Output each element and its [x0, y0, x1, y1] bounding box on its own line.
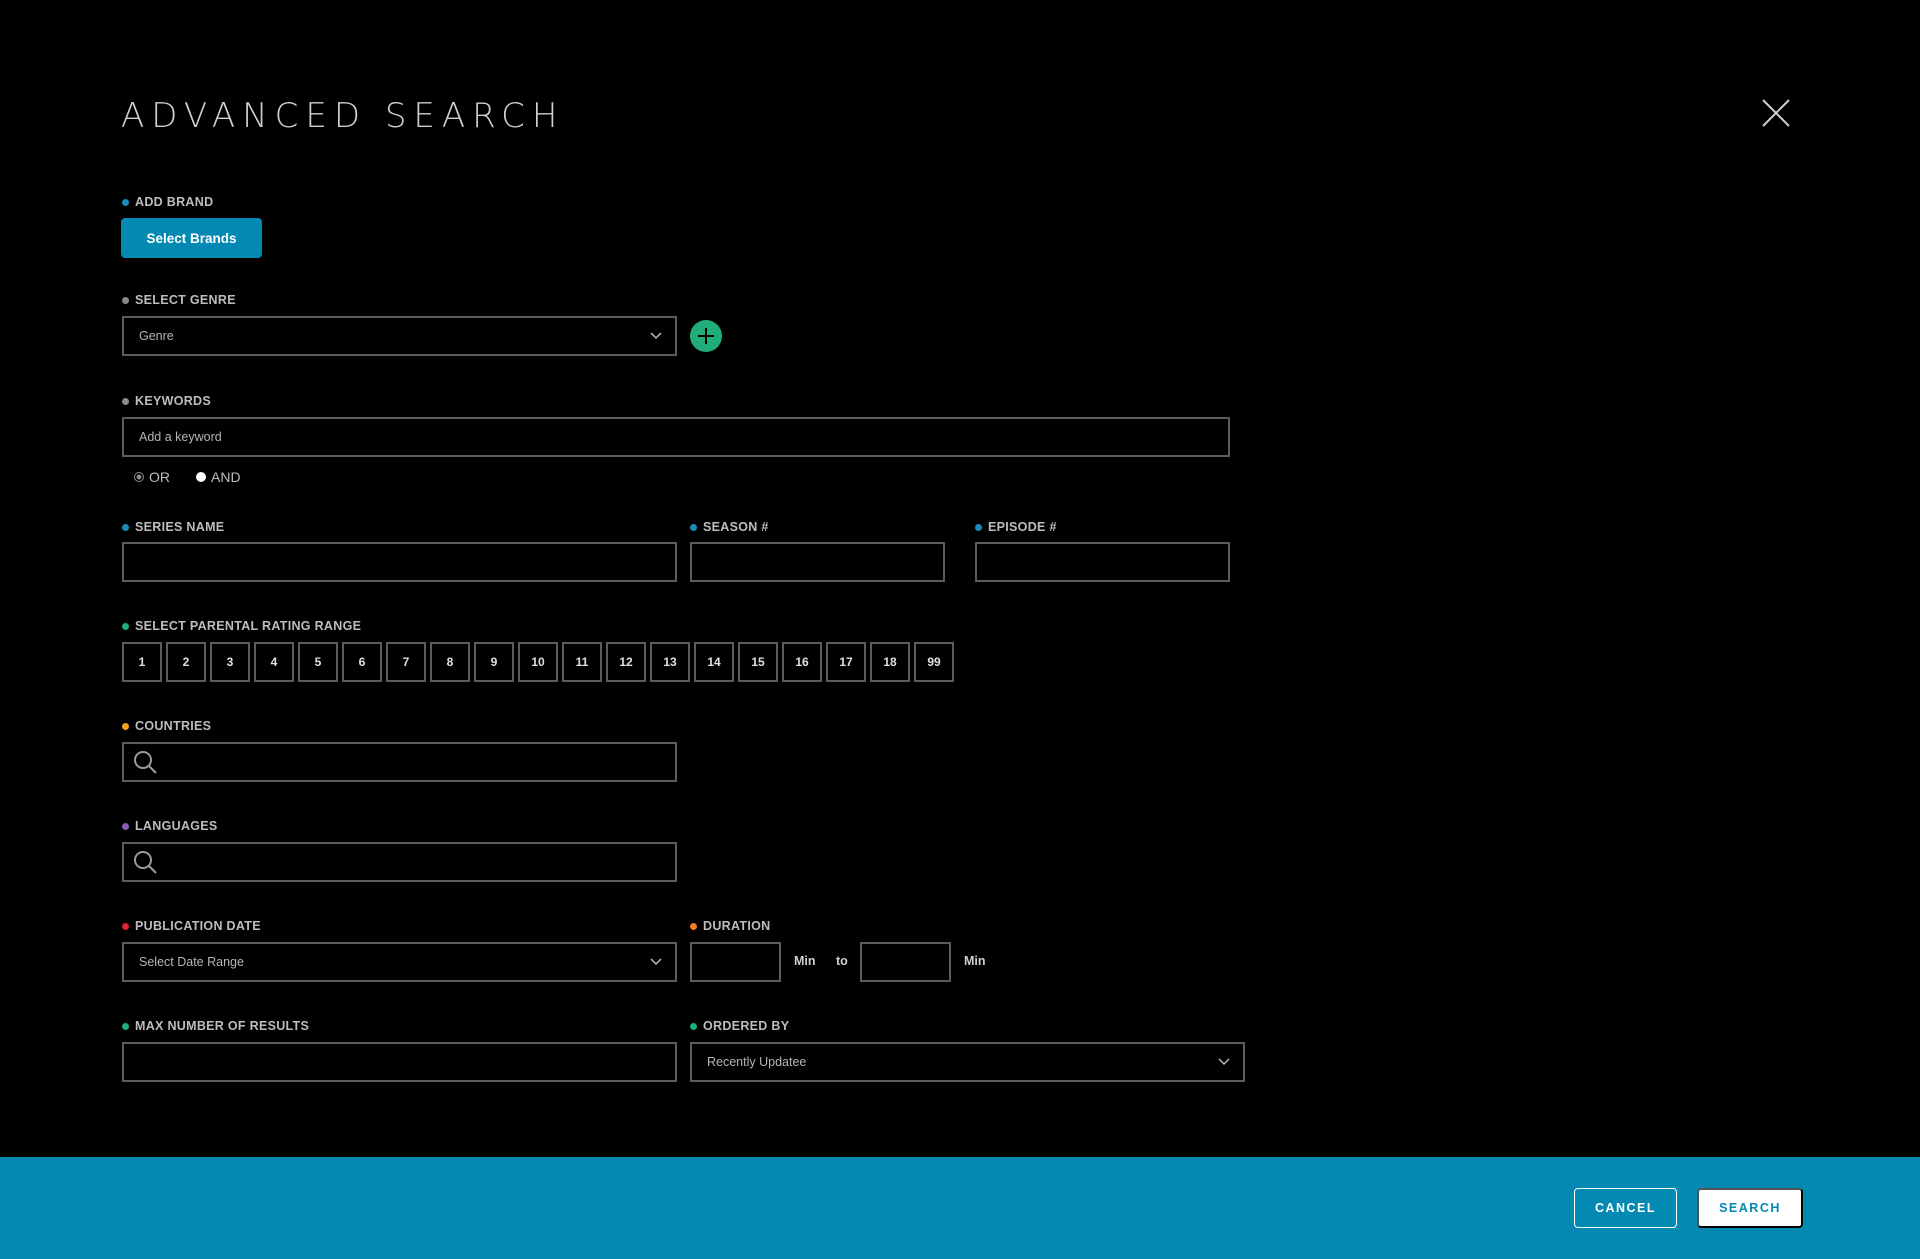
select-genre-label: SELECT GENRE — [122, 293, 236, 307]
rating-option[interactable]: 5 — [298, 642, 338, 682]
search-icon — [134, 751, 157, 774]
keyword-logic-radio-group: OR AND — [134, 469, 267, 485]
rating-option[interactable]: 4 — [254, 642, 294, 682]
ordered-by-label: ORDERED BY — [690, 1019, 789, 1033]
rating-option[interactable]: 14 — [694, 642, 734, 682]
rating-option[interactable]: 2 — [166, 642, 206, 682]
genre-placeholder: Genre — [139, 329, 174, 343]
languages-label: LANGUAGES — [122, 819, 218, 833]
close-icon[interactable] — [1760, 97, 1792, 129]
search-icon — [134, 851, 157, 874]
season-label: SEASON # — [690, 520, 769, 534]
rating-option[interactable]: 10 — [518, 642, 558, 682]
status-dot — [690, 523, 697, 531]
genre-dropdown[interactable]: Genre — [122, 316, 677, 356]
date-range-placeholder: Select Date Range — [139, 955, 244, 969]
parental-rating-range: 1 2 3 4 5 6 7 8 9 10 11 12 13 14 15 16 1… — [122, 642, 958, 682]
status-dot — [690, 1022, 697, 1030]
status-dot — [122, 198, 129, 206]
select-brands-button[interactable]: Select Brands — [121, 218, 262, 258]
chevron-down-icon — [650, 958, 662, 966]
close-button[interactable] — [1760, 97, 1792, 129]
rating-option[interactable]: 16 — [782, 642, 822, 682]
rating-option[interactable]: 3 — [210, 642, 250, 682]
duration-label: DURATION — [690, 919, 770, 933]
episode-label: EPISODE # — [975, 520, 1057, 534]
rating-option[interactable]: 12 — [606, 642, 646, 682]
search-button[interactable]: SEARCH — [1697, 1188, 1803, 1228]
plus-icon — [698, 328, 714, 344]
publication-date-dropdown[interactable]: Select Date Range — [122, 942, 677, 982]
status-dot — [975, 523, 982, 531]
series-name-label: SERIES NAME — [122, 520, 224, 534]
rating-option[interactable]: 1 — [122, 642, 162, 682]
duration-min-input[interactable] — [690, 942, 781, 982]
status-dot — [122, 1022, 129, 1030]
rating-option[interactable]: 17 — [826, 642, 866, 682]
max-results-input[interactable] — [122, 1042, 677, 1082]
parental-rating-label: SELECT PARENTAL RATING RANGE — [122, 619, 361, 633]
ordered-by-value: Recently Updatee — [707, 1055, 807, 1069]
radio-or[interactable]: OR — [134, 469, 170, 485]
rating-option[interactable]: 9 — [474, 642, 514, 682]
status-dot — [122, 397, 129, 405]
duration-max-input[interactable] — [860, 942, 951, 982]
cancel-button[interactable]: CANCEL — [1574, 1188, 1677, 1228]
rating-option[interactable]: 7 — [386, 642, 426, 682]
season-input[interactable] — [690, 542, 945, 582]
status-dot — [122, 296, 129, 304]
publication-date-label: PUBLICATION DATE — [122, 919, 261, 933]
rating-option[interactable]: 11 — [562, 642, 602, 682]
countries-label: COUNTRIES — [122, 719, 211, 733]
duration-min-unit: Min — [794, 954, 816, 968]
rating-option[interactable]: 13 — [650, 642, 690, 682]
rating-option[interactable]: 18 — [870, 642, 910, 682]
duration-to-label: to — [836, 954, 848, 968]
rating-option[interactable]: 99 — [914, 642, 954, 682]
status-dot — [122, 622, 129, 630]
countries-search-input[interactable] — [122, 742, 677, 782]
chevron-down-icon — [650, 332, 662, 340]
add-genre-button[interactable] — [690, 320, 722, 352]
rating-option[interactable]: 8 — [430, 642, 470, 682]
status-dot — [122, 722, 129, 730]
max-results-label: MAX NUMBER OF RESULTS — [122, 1019, 309, 1033]
keywords-label: KEYWORDS — [122, 394, 211, 408]
status-dot — [122, 922, 129, 930]
page-title: ADVANCED SEARCH — [121, 96, 565, 136]
keyword-input[interactable]: Add a keyword — [122, 417, 1230, 457]
episode-input[interactable] — [975, 542, 1230, 582]
status-dot — [122, 822, 129, 830]
rating-option[interactable]: 15 — [738, 642, 778, 682]
series-name-input[interactable] — [122, 542, 677, 582]
keyword-placeholder: Add a keyword — [139, 430, 222, 444]
ordered-by-dropdown[interactable]: Recently Updatee — [690, 1042, 1245, 1082]
add-brand-label: ADD BRAND — [122, 195, 213, 209]
radio-and[interactable]: AND — [196, 469, 241, 485]
duration-max-unit: Min — [964, 954, 986, 968]
radio-and-indicator[interactable] — [196, 472, 206, 482]
radio-or-indicator[interactable] — [134, 472, 144, 482]
status-dot — [690, 922, 697, 930]
rating-option[interactable]: 6 — [342, 642, 382, 682]
chevron-down-icon — [1218, 1058, 1230, 1066]
languages-search-input[interactable] — [122, 842, 677, 882]
status-dot — [122, 523, 129, 531]
